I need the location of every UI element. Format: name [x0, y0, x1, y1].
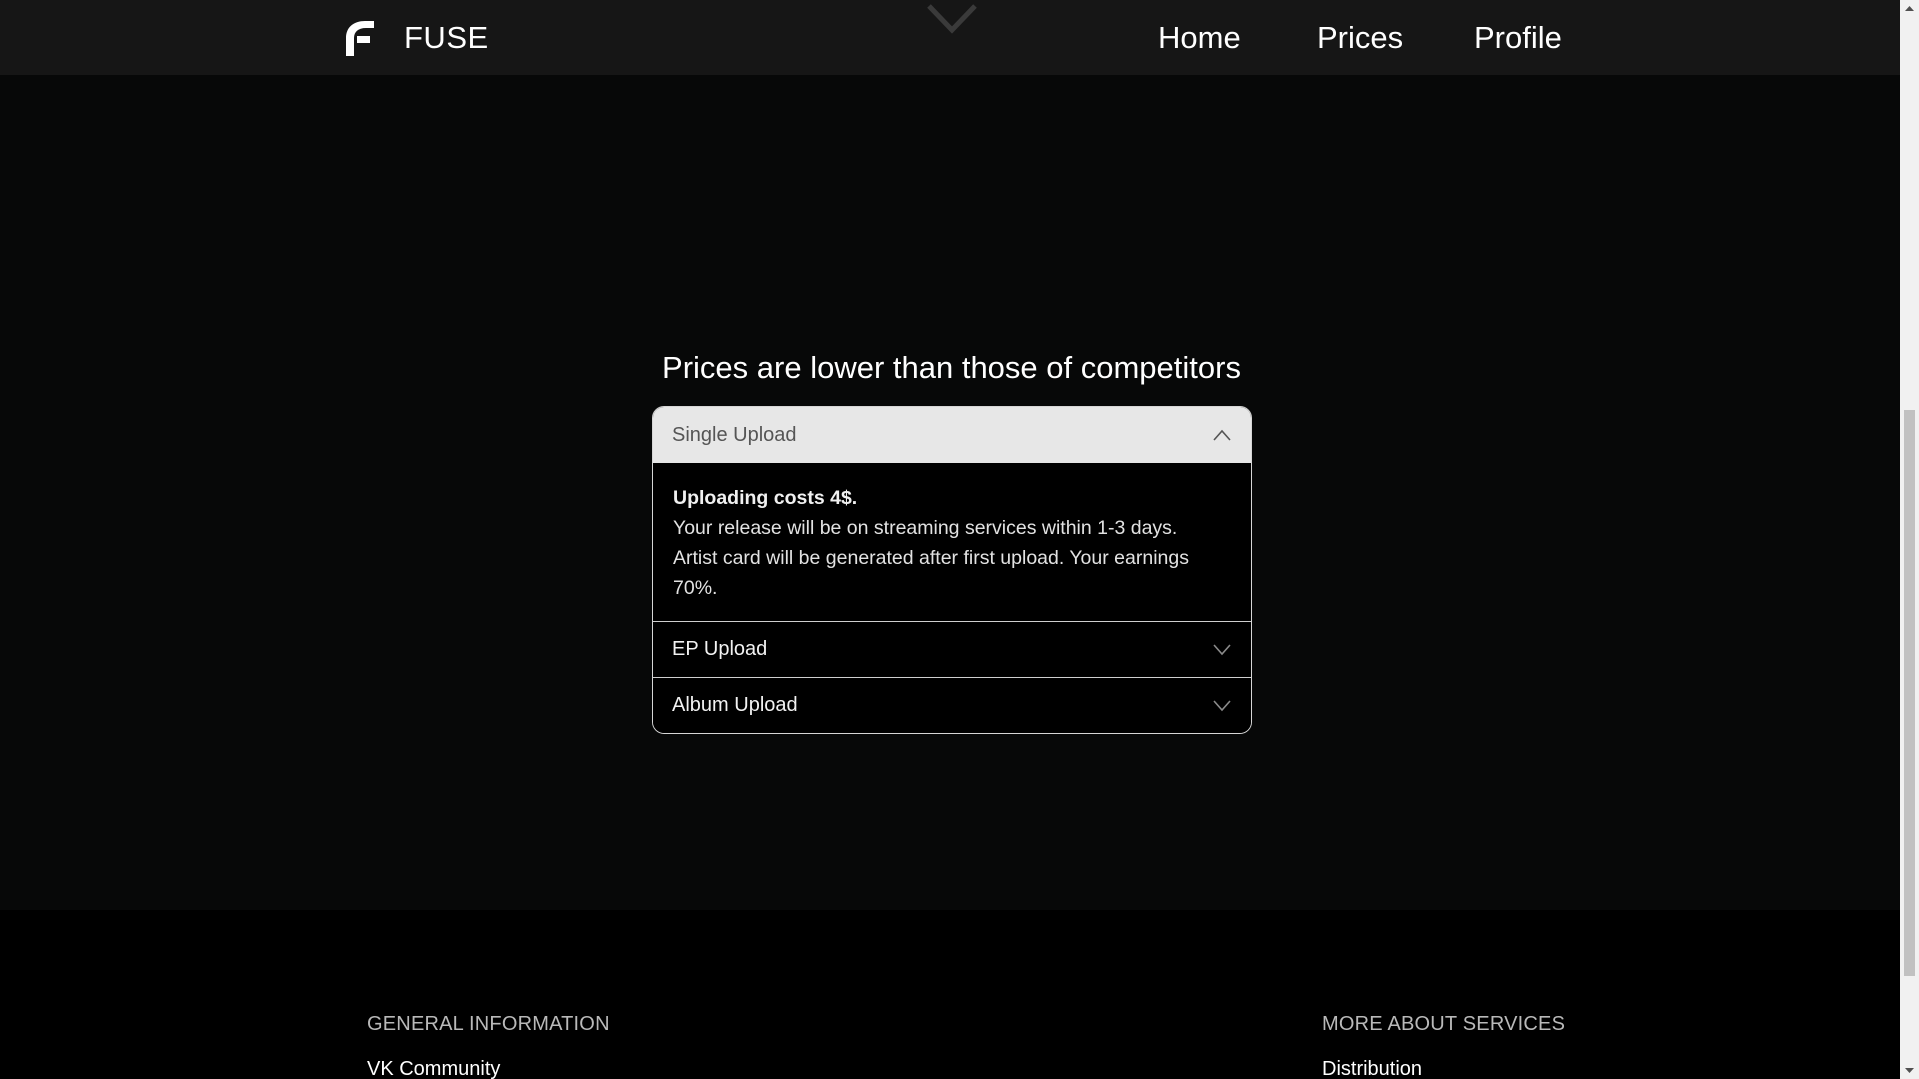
page: FUSE Home Prices Profile Prices are lowe… — [0, 0, 1900, 1079]
artist-card-text: Artist card will be generated after firs… — [673, 547, 1189, 599]
accordion-label: Single Upload — [672, 423, 797, 446]
accordion-item-ep: EP Upload — [653, 621, 1251, 677]
accordion-toggle-single[interactable]: Single Upload — [653, 407, 1251, 463]
scroll-up-arrow-icon[interactable] — [1900, 0, 1919, 17]
price-headline: Uploading costs 4$. — [673, 487, 858, 509]
release-timing-text: Your release will be on streaming servic… — [673, 517, 1178, 539]
footer-general-title: GENERAL INFORMATION — [367, 1013, 610, 1035]
scrollbar-thumb[interactable] — [1904, 410, 1915, 976]
accordion-item-single: Single Upload Uploading costs 4$. Your r… — [653, 407, 1251, 621]
chevron-down-icon — [1213, 643, 1231, 655]
page-scrollbar[interactable] — [1900, 0, 1919, 1079]
nav-profile-link[interactable]: Profile — [1474, 16, 1562, 60]
chevron-down-icon — [1213, 699, 1231, 711]
main-nav: Home Prices Profile — [0, 16, 1900, 60]
pricing-accordion: Single Upload Uploading costs 4$. Your r… — [652, 406, 1252, 734]
footer-distribution-link[interactable]: Distribution — [1322, 1058, 1422, 1079]
site-footer: GENERAL INFORMATION VK Community MORE AB… — [0, 910, 1900, 1079]
footer-vk-community-link[interactable]: VK Community — [367, 1058, 500, 1079]
footer-services-title: MORE ABOUT SERVICES — [1322, 1013, 1566, 1035]
nav-prices-link[interactable]: Prices — [1317, 16, 1403, 60]
accordion-item-album: Album Upload — [653, 677, 1251, 733]
accordion-toggle-album[interactable]: Album Upload — [653, 677, 1251, 733]
accordion-label: Album Upload — [672, 694, 798, 716]
accordion-toggle-ep[interactable]: EP Upload — [653, 621, 1251, 677]
site-header: FUSE Home Prices Profile — [0, 0, 1900, 75]
accordion-panel-single: Uploading costs 4$. Your release will be… — [653, 463, 1251, 621]
accordion-label: EP Upload — [672, 638, 768, 660]
nav-home-link[interactable]: Home — [1158, 16, 1241, 60]
prices-section-title: Prices are lower than those of competito… — [662, 350, 1241, 385]
scroll-down-arrow-icon[interactable] — [1900, 1062, 1919, 1079]
chevron-up-icon — [1213, 429, 1231, 441]
